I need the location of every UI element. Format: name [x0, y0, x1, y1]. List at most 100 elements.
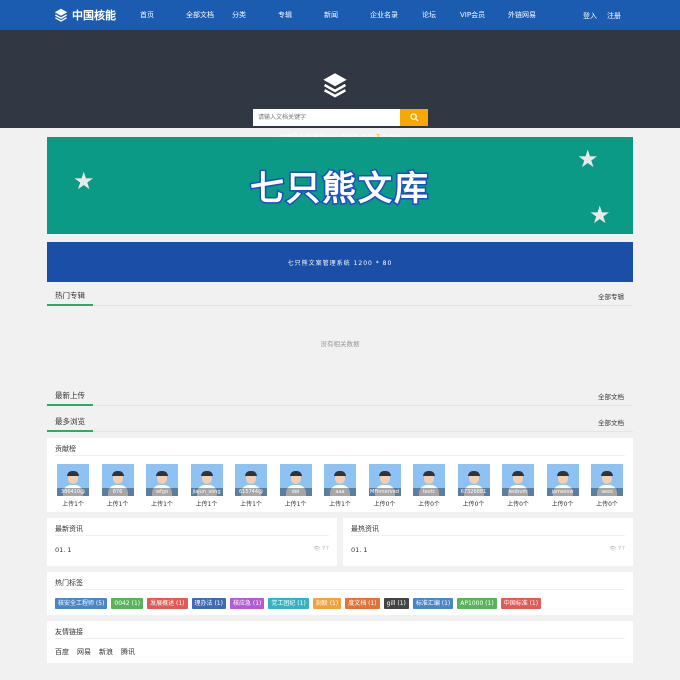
- top-nav: 中国核能 首页 全部文档 分类 专辑 新闻 企业名录 论坛 VIP会员 外链网易…: [0, 0, 680, 30]
- contributors-card: 贡献榜 386410@ 上传1个 876 上传1个 wfgo 上传1个 jiajun_son…: [47, 438, 633, 512]
- contributor-name: del: [279, 488, 312, 496]
- all-albums-link[interactable]: 全部专辑: [598, 291, 633, 301]
- promo-banner[interactable]: ★ ★ ★ 七只熊文库: [47, 137, 633, 234]
- news-item-title[interactable]: 01. 1: [55, 546, 72, 554]
- upload-count: 上传0个: [418, 501, 440, 508]
- avatar[interactable]: leobum: [502, 464, 534, 496]
- tag-item[interactable]: 刻联 (1): [312, 598, 342, 609]
- contributor-item[interactable]: 615744@ 上传1个: [233, 464, 269, 508]
- hero-logo-icon: [323, 73, 347, 98]
- contributor-item[interactable]: jamessw 上传0个: [545, 464, 581, 508]
- contributor-item[interactable]: 67326881 上传0个: [456, 464, 492, 508]
- contributor-item[interactable]: aaa 上传1个: [322, 464, 358, 508]
- avatar[interactable]: 386410@: [57, 464, 89, 496]
- upload-count: 上传1个: [240, 501, 262, 508]
- news-item[interactable]: 01. 1 👁 77: [55, 546, 329, 554]
- upload-count: 上传1个: [62, 501, 84, 508]
- nav-item-news[interactable]: 新闻: [324, 10, 370, 20]
- tag-item[interactable]: 核应急 (1): [229, 598, 265, 609]
- contributor-item[interactable]: jiajun_song 上传1个: [189, 464, 225, 508]
- all-docs-link[interactable]: 全部文档: [598, 417, 633, 427]
- tag-item[interactable]: 0042 (1): [111, 598, 144, 609]
- tag-item[interactable]: 理办法 (1): [191, 598, 226, 609]
- avatar[interactable]: wfgo: [146, 464, 178, 496]
- tag-item[interactable]: gill (1): [383, 598, 409, 609]
- star-icon: ★: [577, 145, 599, 173]
- latest-upload-title[interactable]: 最新上传: [47, 386, 93, 406]
- contributor-name: 67326881: [457, 488, 490, 496]
- search-button[interactable]: [400, 109, 428, 126]
- news-item-title[interactable]: 01. 1: [351, 546, 368, 554]
- friend-links-title: 友情链接: [55, 627, 625, 639]
- avatar[interactable]: 876: [101, 464, 134, 496]
- friend-link[interactable]: 新浪: [99, 647, 113, 657]
- search-input[interactable]: [253, 109, 400, 126]
- hot-news-card: 最热资讯 01. 1 👁 77: [343, 518, 633, 566]
- contributor-item[interactable]: MFinnerved 上传0个: [367, 464, 403, 508]
- tag-item[interactable]: 核安全工程师 (5): [55, 598, 108, 609]
- contributor-name: 876: [101, 488, 134, 496]
- all-docs-link[interactable]: 全部文档: [598, 391, 633, 401]
- hot-albums-title[interactable]: 热门专辑: [47, 286, 93, 306]
- avatar[interactable]: sees: [591, 464, 623, 496]
- contributor-name: 386410@: [57, 488, 89, 496]
- contributor-item[interactable]: 876 上传1个: [100, 464, 136, 508]
- main-content: ★ ★ ★ 七只熊文库 七只熊文案管理系统 1200 * 80 热门专辑 全部专…: [47, 137, 633, 663]
- nav-item-external[interactable]: 外链网易: [508, 10, 554, 20]
- contributor-item[interactable]: wfgo 上传1个: [144, 464, 180, 508]
- nav-item-category[interactable]: 分类: [232, 10, 278, 20]
- tag-item[interactable]: 标准汇编 (1): [412, 598, 454, 609]
- nav-item-forum[interactable]: 论坛: [422, 10, 460, 20]
- contributor-item[interactable]: del 上传1个: [278, 464, 314, 508]
- contributor-item[interactable]: 386410@ 上传1个: [55, 464, 91, 508]
- avatar[interactable]: 67326881: [457, 464, 490, 496]
- avatar[interactable]: MFinnerved: [368, 464, 401, 496]
- avatar[interactable]: aaa: [324, 464, 356, 496]
- avatar[interactable]: 615744@: [235, 464, 267, 496]
- contributor-item[interactable]: leobum 上传0个: [500, 464, 536, 508]
- upload-count: 上传1个: [284, 501, 307, 508]
- banner-subtitle: 七只熊文案管理系统 1200 * 80: [287, 259, 393, 267]
- news-row: 最新资讯 01. 1 👁 77 最热资讯 01. 1 👁 77: [47, 518, 633, 566]
- secondary-banner[interactable]: 七只熊文案管理系统 1200 * 80: [47, 242, 633, 282]
- tag-item[interactable]: 度文档 (1): [345, 598, 380, 609]
- news-item[interactable]: 01. 1 👁 77: [351, 546, 625, 554]
- view-count: 👁 77: [609, 546, 625, 552]
- avatar[interactable]: testc: [413, 464, 445, 496]
- nav-item-companies[interactable]: 企业名录: [370, 10, 422, 20]
- nav-item-home[interactable]: 首页: [140, 10, 186, 20]
- tag-item[interactable]: 中国标准 (1): [500, 598, 542, 609]
- tag-item[interactable]: 发展概述 (1): [147, 598, 188, 609]
- hot-albums-header: 热门专辑 全部专辑: [47, 286, 633, 306]
- site-logo[interactable]: 中国核能: [54, 7, 116, 23]
- hot-tags-title: 热门标签: [55, 578, 625, 590]
- nav-item-albums[interactable]: 专辑: [278, 10, 324, 20]
- tag-item[interactable]: 党工团纪 (1): [268, 598, 309, 609]
- empty-state: 没有相关数据: [320, 340, 360, 348]
- contributor-name: leobum: [502, 488, 534, 496]
- avatar[interactable]: del: [279, 464, 312, 496]
- hot-tags-card: 热门标签 核安全工程师 (5) 0042 (1) 发展概述 (1) 理办法 (1) 核应…: [47, 572, 633, 615]
- contributor-item[interactable]: sees 上传0个: [589, 464, 625, 508]
- star-icon: ★: [589, 201, 611, 229]
- nav-item-all-docs[interactable]: 全部文档: [186, 10, 232, 20]
- contributor-item[interactable]: testc 上传0个: [411, 464, 447, 508]
- avatar[interactable]: jamessw: [546, 464, 579, 496]
- tag-item[interactable]: AP1000 (1): [457, 598, 497, 609]
- avatar[interactable]: jiajun_song: [190, 464, 223, 496]
- view-count-value: 77: [618, 546, 625, 552]
- nav-item-vip[interactable]: VIP会员: [460, 10, 508, 20]
- contributor-list: 386410@ 上传1个 876 上传1个 wfgo 上传1个 jiajun_song 上传1…: [55, 464, 625, 508]
- contributor-name: MFinnerved: [368, 488, 401, 496]
- most-viewed-title[interactable]: 最多浏览: [47, 412, 93, 432]
- login-link[interactable]: 登入: [583, 11, 597, 21]
- contributor-name: 615744@: [235, 488, 267, 496]
- friend-link[interactable]: 网易: [77, 647, 91, 657]
- contributor-name: sees: [591, 488, 623, 496]
- friend-link[interactable]: 腾讯: [121, 647, 135, 657]
- register-link[interactable]: 注册: [607, 11, 621, 21]
- upload-count: 上传1个: [195, 501, 218, 508]
- latest-news-card: 最新资讯 01. 1 👁 77: [47, 518, 337, 566]
- friend-link[interactable]: 百度: [55, 647, 69, 657]
- contributor-name: jamessw: [546, 488, 579, 496]
